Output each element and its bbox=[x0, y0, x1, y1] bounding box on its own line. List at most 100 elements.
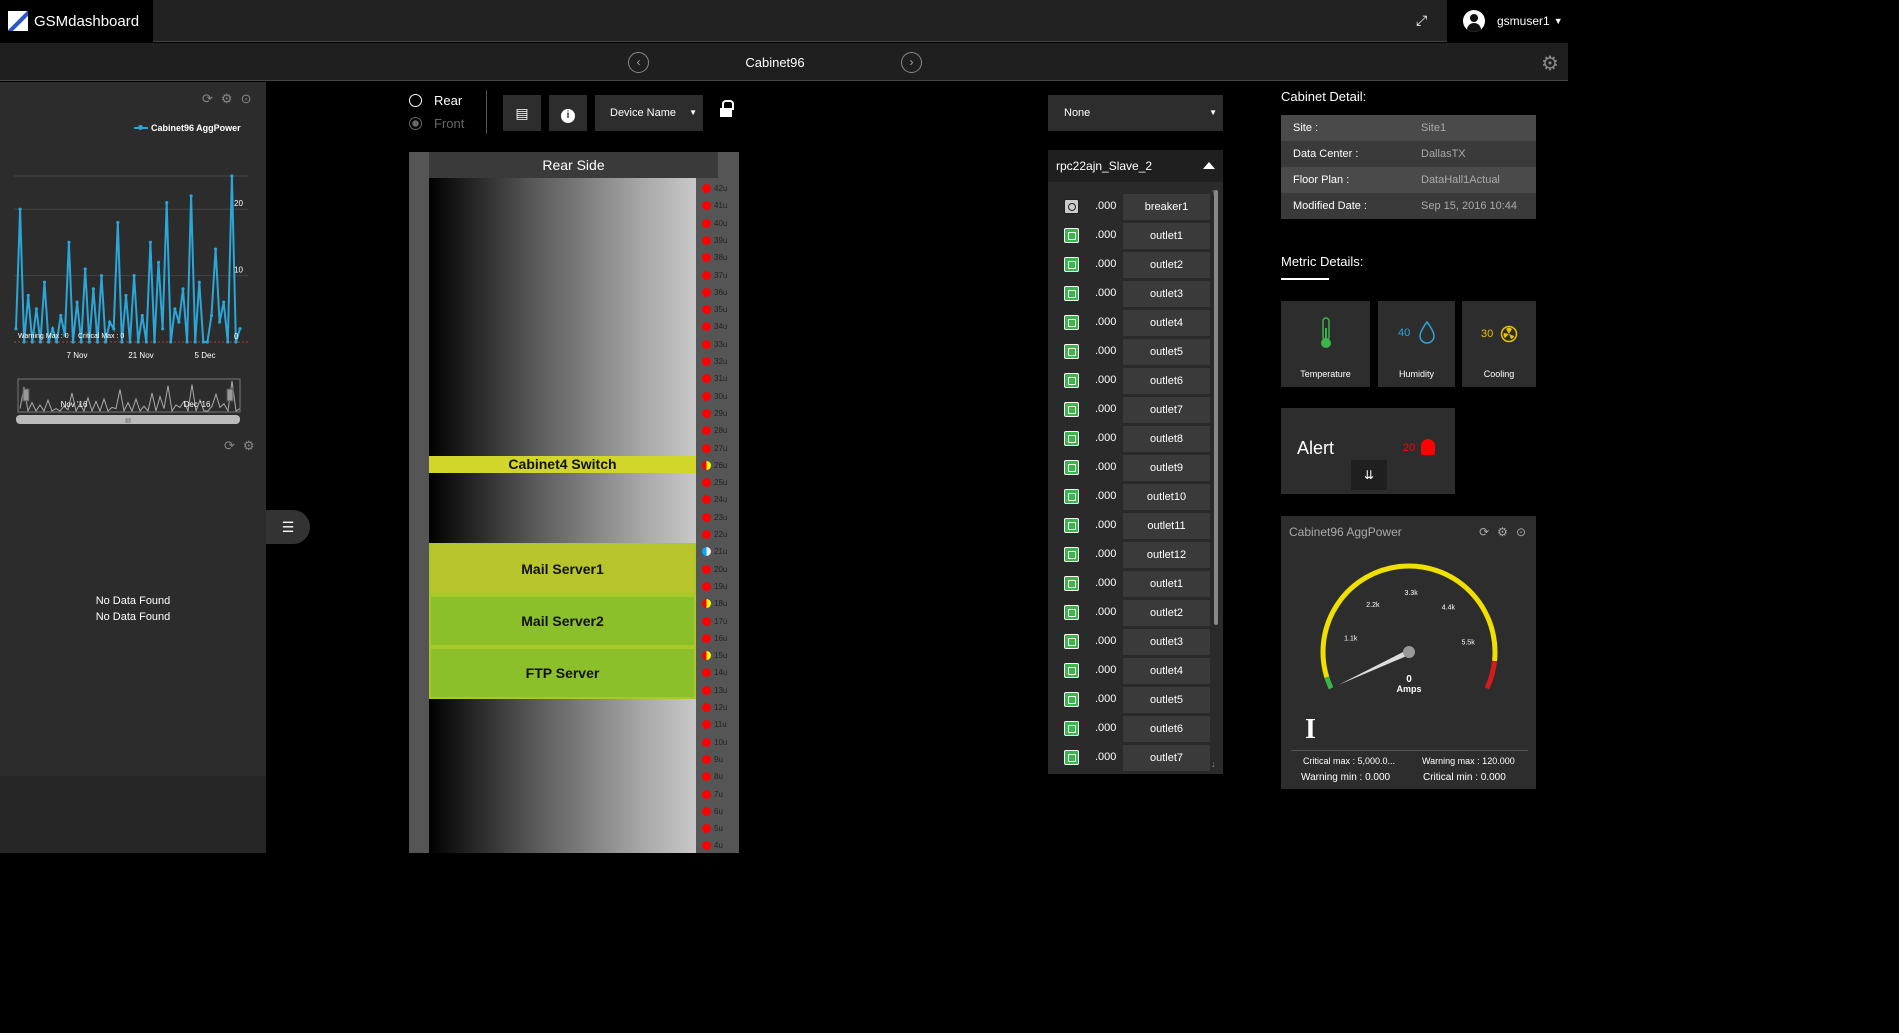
rack-unit[interactable]: 27u bbox=[696, 440, 739, 457]
rack-unit[interactable]: 13u bbox=[696, 682, 739, 699]
scroll-down-icon[interactable]: ↓ bbox=[1211, 759, 1216, 769]
data-point[interactable] bbox=[71, 340, 75, 344]
data-point[interactable] bbox=[55, 340, 59, 344]
device-name-select[interactable]: Device Name ▼ bbox=[595, 95, 703, 131]
gear-icon[interactable]: ⚙ bbox=[1541, 51, 1559, 76]
refresh-icon[interactable]: ⟳ bbox=[202, 91, 213, 107]
rear-radio[interactable]: Rear bbox=[409, 93, 462, 108]
gear-icon[interactable]: ⚙ bbox=[1497, 525, 1508, 539]
rack-unit[interactable]: 38u bbox=[696, 249, 739, 266]
rack-unit[interactable]: 6u bbox=[696, 803, 739, 820]
outlet-name[interactable]: outlet10 bbox=[1123, 484, 1210, 510]
rack-unit[interactable]: 18u bbox=[696, 595, 739, 612]
prev-cabinet-button[interactable]: ‹ bbox=[628, 52, 649, 73]
gear-icon[interactable]: ⚙ bbox=[243, 438, 255, 454]
data-point[interactable] bbox=[22, 340, 26, 344]
outlet-name[interactable]: outlet5 bbox=[1123, 339, 1210, 365]
data-point[interactable] bbox=[173, 307, 177, 311]
front-radio[interactable]: Front bbox=[409, 116, 464, 131]
outlet-name[interactable]: breaker1 bbox=[1123, 194, 1210, 220]
device-ftp-server[interactable]: FTP Server bbox=[429, 647, 696, 699]
outlet-row[interactable]: .000 outlet5 bbox=[1057, 687, 1210, 713]
rack-unit[interactable]: 16u bbox=[696, 630, 739, 647]
data-point[interactable] bbox=[108, 320, 112, 324]
rack-unit[interactable]: 21u bbox=[696, 543, 739, 560]
outlet-row[interactable]: .000 outlet9 bbox=[1057, 455, 1210, 481]
outlet-row[interactable]: .000 outlet1 bbox=[1057, 223, 1210, 249]
rack-unit[interactable]: 36u bbox=[696, 284, 739, 301]
menu-toggle-icon[interactable]: ☰ bbox=[266, 510, 310, 544]
rack-unit[interactable]: 19u bbox=[696, 578, 739, 595]
outlet-row[interactable]: .000 outlet2 bbox=[1057, 600, 1210, 626]
outlet-name[interactable]: outlet3 bbox=[1123, 281, 1210, 307]
rack-unit[interactable]: 35u bbox=[696, 301, 739, 318]
rack-unit[interactable]: 31u bbox=[696, 370, 739, 387]
data-point[interactable] bbox=[148, 240, 152, 244]
data-point[interactable] bbox=[152, 340, 157, 344]
data-point[interactable] bbox=[132, 274, 136, 278]
data-point[interactable] bbox=[197, 280, 201, 284]
rack-unit[interactable]: 33u bbox=[696, 336, 739, 353]
gear-icon[interactable]: ⚙ bbox=[221, 91, 233, 107]
data-point[interactable] bbox=[34, 307, 38, 311]
data-point[interactable] bbox=[124, 293, 128, 298]
rack-unit[interactable]: 9u bbox=[696, 751, 739, 768]
info-button[interactable]: i bbox=[549, 95, 587, 131]
outlet-name[interactable]: outlet2 bbox=[1123, 600, 1210, 626]
navigator-handle[interactable] bbox=[22, 388, 30, 402]
data-point[interactable] bbox=[99, 274, 104, 278]
lock-icon[interactable] bbox=[720, 100, 734, 118]
data-point[interactable] bbox=[169, 340, 173, 344]
data-point[interactable] bbox=[46, 340, 51, 344]
outlet-row[interactable]: .000 outlet10 bbox=[1057, 484, 1210, 510]
rack-unit[interactable]: 30u bbox=[696, 388, 739, 405]
rack-unit[interactable]: 14u bbox=[696, 664, 739, 681]
rack-unit[interactable]: 32u bbox=[696, 353, 739, 370]
outlet-name[interactable]: outlet6 bbox=[1123, 716, 1210, 742]
data-point[interactable] bbox=[18, 207, 22, 211]
outlet-row[interactable]: .000 outlet6 bbox=[1057, 368, 1210, 394]
outlet-name[interactable]: outlet4 bbox=[1123, 658, 1210, 684]
rack-unit[interactable]: 42u bbox=[696, 180, 739, 197]
logo[interactable]: GSMdashboard bbox=[0, 0, 153, 42]
outlet-row[interactable]: .000 outlet3 bbox=[1057, 629, 1210, 655]
data-point[interactable] bbox=[112, 327, 116, 331]
outlet-row[interactable]: .000 outlet6 bbox=[1057, 716, 1210, 742]
outlet-row[interactable]: .000 outlet12 bbox=[1057, 542, 1210, 568]
metric-humidity[interactable]: 40 Humidity bbox=[1378, 301, 1455, 387]
outlet-name[interactable]: outlet8 bbox=[1123, 426, 1210, 452]
data-point[interactable] bbox=[116, 220, 120, 225]
rack-unit[interactable]: 24u bbox=[696, 491, 739, 508]
data-point[interactable] bbox=[161, 327, 165, 331]
line-chart[interactable]: 20 10 0 7 Nov 21 Nov 5 Dec bbox=[0, 162, 266, 362]
data-point[interactable] bbox=[120, 340, 124, 344]
chart-navigator[interactable]: III Nov '16 Dec '16 bbox=[0, 377, 266, 427]
outlet-row[interactable]: .000 outlet7 bbox=[1057, 397, 1210, 423]
outlet-name[interactable]: outlet12 bbox=[1123, 542, 1210, 568]
refresh-icon[interactable]: ⟳ bbox=[1479, 525, 1489, 539]
rack-unit[interactable]: 26u bbox=[696, 457, 739, 474]
rack-unit[interactable]: 12u bbox=[696, 699, 739, 716]
rack-unit[interactable]: 28u bbox=[696, 422, 739, 439]
rack-unit[interactable]: 23u bbox=[696, 509, 739, 526]
data-point[interactable] bbox=[59, 313, 63, 318]
data-point[interactable] bbox=[42, 280, 47, 284]
outlet-name[interactable]: outlet6 bbox=[1123, 368, 1210, 394]
data-point[interactable] bbox=[51, 327, 55, 331]
metric-cooling[interactable]: 30 Cooling bbox=[1462, 301, 1536, 387]
outlet-name[interactable]: outlet1 bbox=[1123, 571, 1210, 597]
chart-legend[interactable]: Cabinet96 AggPower bbox=[134, 123, 241, 133]
device-cabinet4-switch[interactable]: Cabinet4 Switch bbox=[429, 456, 696, 473]
user-menu[interactable]: gsmuser1 ▼ bbox=[1447, 0, 1568, 42]
outlet-name[interactable]: outlet9 bbox=[1123, 455, 1210, 481]
outlet-name[interactable]: outlet7 bbox=[1123, 745, 1210, 771]
outlet-name[interactable]: outlet1 bbox=[1123, 223, 1210, 249]
pdu-select[interactable]: None ▼ bbox=[1048, 95, 1223, 131]
data-point[interactable] bbox=[193, 340, 197, 344]
rack-unit[interactable]: 34u bbox=[696, 318, 739, 335]
data-point[interactable] bbox=[230, 174, 234, 178]
data-point[interactable] bbox=[14, 327, 18, 331]
outlet-row[interactable]: .000 breaker1 bbox=[1057, 194, 1210, 220]
data-point[interactable] bbox=[79, 340, 83, 344]
pdu-header[interactable]: rpc22ajn_Slave_2 bbox=[1048, 150, 1223, 182]
